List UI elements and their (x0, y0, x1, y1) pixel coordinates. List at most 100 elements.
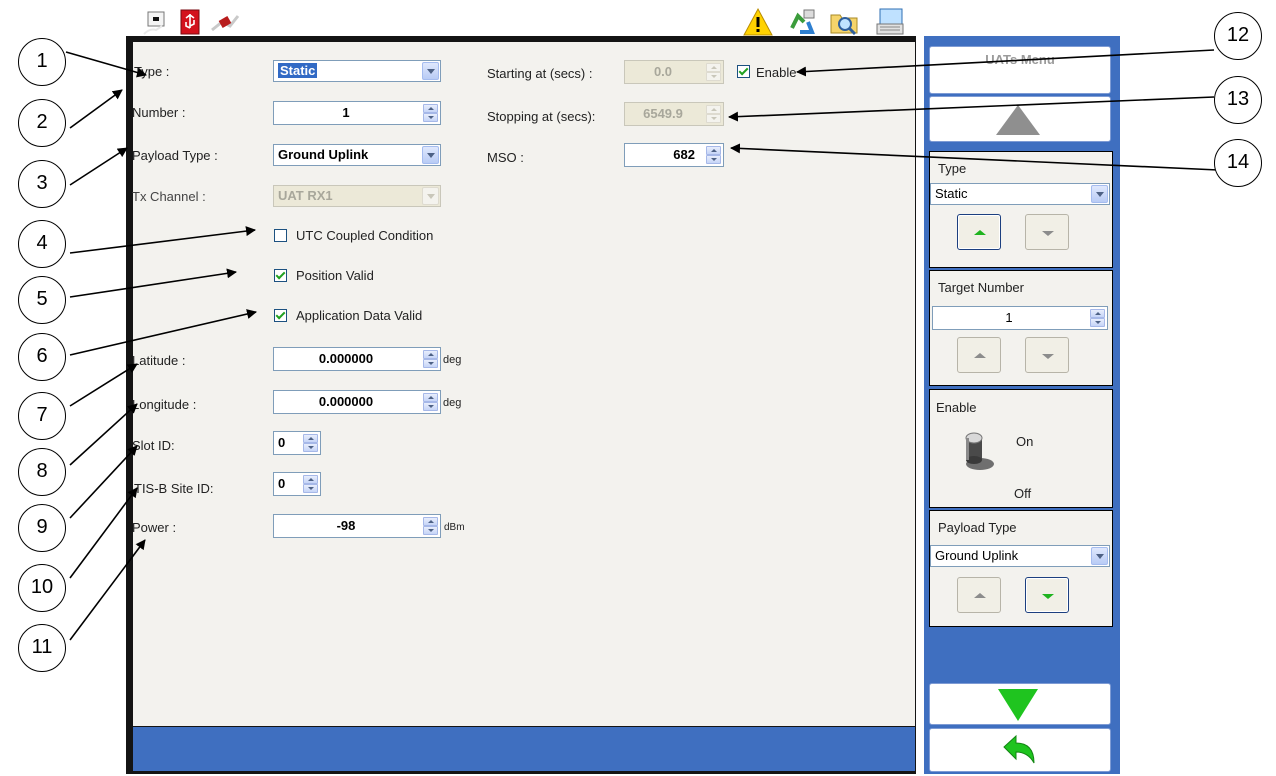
callout-1: 1 (18, 38, 66, 86)
target-prev-button[interactable] (957, 337, 1001, 373)
spin-up-icon (706, 63, 721, 72)
target-number-value: 1 (1005, 310, 1013, 325)
number-stepper[interactable]: 1 (273, 101, 441, 125)
callout-10: 10 (18, 564, 66, 612)
tisb-site-id-stepper[interactable]: 0 (273, 472, 321, 496)
type-prev-button[interactable] (957, 214, 1001, 250)
spin-up-icon[interactable] (423, 517, 438, 526)
toggle-switch-icon[interactable] (958, 426, 998, 472)
slot-id-label: Slot ID: (132, 438, 175, 453)
enable-checkbox[interactable] (737, 65, 750, 78)
spin-up-icon[interactable] (423, 104, 438, 113)
type-label: Type : (134, 64, 170, 79)
spin-up-icon[interactable] (423, 350, 438, 359)
enable-label: Enable (756, 65, 797, 80)
stopping-at-value: 6549.9 (643, 106, 683, 121)
spin-up-icon[interactable] (1090, 309, 1105, 318)
latitude-stepper[interactable]: 0.000000 (273, 347, 441, 371)
arrow-down-icon (1042, 354, 1054, 359)
spin-down-icon (706, 72, 721, 81)
chevron-down-icon[interactable] (422, 146, 439, 164)
payload-type-title: Payload Type (938, 520, 1017, 535)
callout-11: 11 (18, 624, 66, 672)
latitude-unit: deg (443, 354, 462, 366)
return-arrow-icon (1003, 734, 1035, 764)
tx-channel-value: UAT RX1 (278, 188, 333, 203)
mso-stepper[interactable]: 682 (624, 143, 724, 167)
application-data-valid-label: Application Data Valid (296, 308, 423, 323)
application-data-valid-checkbox[interactable] (274, 309, 287, 322)
plug-icon[interactable] (208, 6, 240, 38)
callout-7: 7 (18, 392, 66, 440)
side-payload-type-select[interactable]: Ground Uplink (930, 545, 1110, 567)
up-arrow-icon (996, 105, 1040, 135)
target-number-stepper[interactable]: 1 (932, 306, 1108, 330)
network-icon[interactable] (140, 6, 172, 38)
warning-icon[interactable] (742, 6, 774, 38)
down-arrow-icon (998, 689, 1038, 721)
chevron-down-icon[interactable] (1091, 547, 1108, 565)
enable-off-label: Off (1014, 486, 1032, 501)
payload-type-value: Ground Uplink (278, 147, 369, 162)
spin-down-icon[interactable] (303, 443, 318, 452)
target-next-button[interactable] (1025, 337, 1069, 373)
payload-type-select[interactable]: Ground Uplink (273, 144, 441, 166)
uats-menu-button[interactable]: UATs Menu (929, 46, 1111, 94)
back-button[interactable] (929, 728, 1111, 772)
utc-coupled-label: UTC Coupled Condition (296, 228, 434, 243)
stopping-at-stepper: 6549.9 (624, 102, 724, 126)
uats-menu-title: UATs Menu (985, 52, 1055, 67)
type-next-button[interactable] (1025, 214, 1069, 250)
callout-14: 14 (1214, 139, 1262, 187)
spin-down-icon[interactable] (423, 113, 438, 122)
arrow-up-icon (974, 230, 986, 235)
spin-down-icon[interactable] (303, 484, 318, 493)
chevron-down-icon (422, 187, 439, 205)
latitude-label: Latitude : (132, 353, 186, 368)
utc-coupled-checkbox[interactable] (274, 229, 287, 242)
side-type-value: Static (935, 186, 968, 201)
callout-13: 13 (1214, 76, 1262, 124)
chevron-down-icon[interactable] (1091, 185, 1108, 203)
payload-prev-button[interactable] (957, 577, 1001, 613)
usb-icon[interactable] (175, 6, 207, 38)
longitude-stepper[interactable]: 0.000000 (273, 390, 441, 414)
power-unit: dBm (444, 522, 465, 533)
starting-at-value: 0.0 (653, 64, 673, 79)
tisb-site-id-value: 0 (278, 476, 286, 491)
spin-up-icon[interactable] (303, 475, 318, 484)
spin-up-icon[interactable] (706, 146, 721, 155)
spin-down-icon[interactable] (423, 402, 438, 411)
folder-search-icon[interactable] (828, 6, 860, 38)
spin-down-icon[interactable] (423, 526, 438, 535)
starting-at-stepper: 0.0 (624, 60, 724, 84)
position-valid-checkbox[interactable] (274, 269, 287, 282)
scroll-up-button[interactable] (929, 96, 1111, 142)
spin-down-icon (706, 114, 721, 123)
mso-label: MSO : (487, 150, 524, 165)
target-number-title: Target Number (938, 280, 1024, 295)
number-value: 1 (342, 105, 350, 120)
recycle-icon[interactable] (786, 6, 818, 38)
type-select[interactable]: Static (273, 60, 441, 82)
spin-up-icon[interactable] (303, 434, 318, 443)
slot-id-stepper[interactable]: 0 (273, 431, 321, 455)
callout-3: 3 (18, 160, 66, 208)
payload-type-label: Payload Type : (132, 148, 218, 163)
spin-down-icon[interactable] (1090, 318, 1105, 327)
uat-settings-panel (133, 42, 915, 726)
power-stepper[interactable]: -98 (273, 514, 441, 538)
spin-down-icon[interactable] (423, 359, 438, 368)
chevron-down-icon[interactable] (422, 62, 439, 80)
payload-next-button[interactable] (1025, 577, 1069, 613)
callout-4: 4 (18, 220, 66, 268)
scroll-down-button[interactable] (929, 683, 1111, 725)
longitude-unit: deg (443, 397, 462, 409)
spin-down-icon[interactable] (706, 155, 721, 164)
number-label: Number : (132, 105, 186, 120)
callout-12: 12 (1214, 12, 1262, 60)
arrow-down-icon (1042, 231, 1054, 236)
keyboard-icon[interactable] (874, 6, 906, 38)
spin-up-icon[interactable] (423, 393, 438, 402)
side-type-select[interactable]: Static (930, 183, 1110, 205)
